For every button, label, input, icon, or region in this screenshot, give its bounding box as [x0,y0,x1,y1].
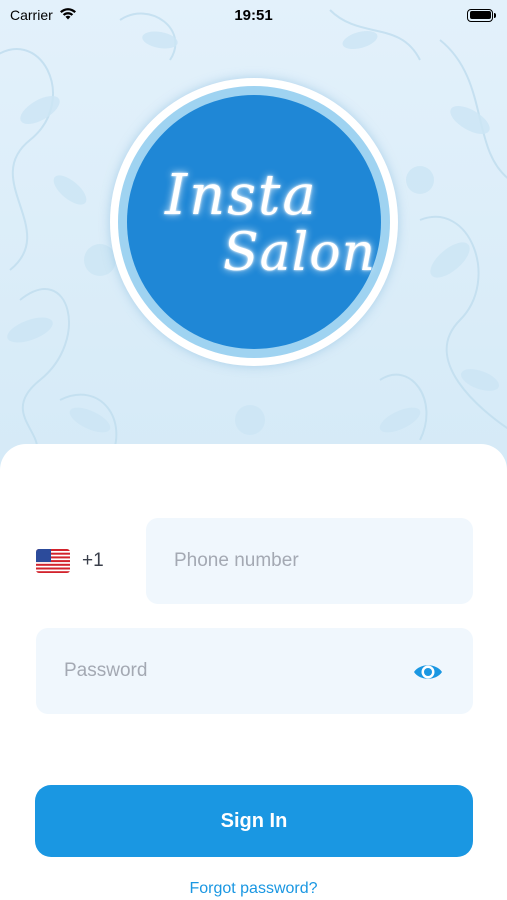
forgot-password-link[interactable]: Forgot password? [0,880,507,898]
carrier-label: Carrier [10,7,53,23]
logo-circle: Insta Salon [127,95,381,349]
wifi-icon [59,7,77,23]
battery-icon [467,8,496,22]
app-logo: Insta Salon [110,78,398,366]
phone-number-input[interactable] [146,518,473,604]
logo-text-insta: Insta [165,163,318,228]
country-code-selector[interactable]: +1 [36,518,136,604]
eye-icon[interactable] [410,658,446,686]
us-flag-icon [36,549,70,573]
password-input[interactable] [36,628,473,714]
phone-row: +1 [36,518,473,604]
sign-in-button[interactable]: Sign In [35,785,473,857]
status-bar: Carrier 19:51 [0,0,507,30]
dial-code: +1 [82,550,104,571]
logo-text-salon: Salon [223,223,377,283]
